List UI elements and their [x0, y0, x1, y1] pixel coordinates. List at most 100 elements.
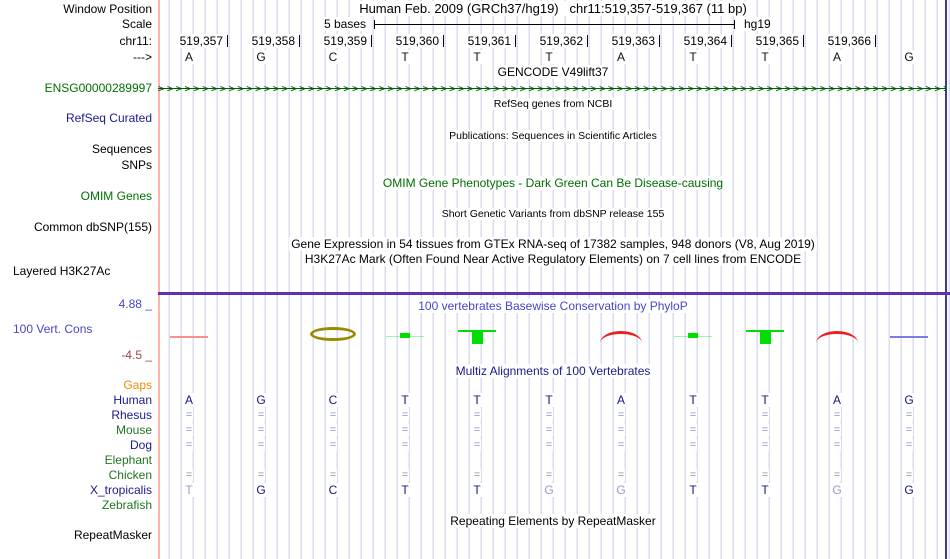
alignment-match-mark: =	[616, 409, 626, 421]
ruler-position: 519,359	[322, 34, 368, 48]
alignment-match-mark: =	[832, 424, 842, 436]
alignment-match-mark: =	[472, 424, 482, 436]
base-letter: T	[688, 50, 698, 64]
base-letter: T	[544, 50, 554, 64]
phylop-small-bar	[688, 333, 698, 338]
alignment-base: G	[255, 483, 267, 497]
ruler-tick	[803, 35, 804, 47]
alignment-match-mark: =	[472, 409, 482, 421]
phylop-ellipse-mark	[310, 327, 356, 341]
alignment-match-mark: =	[184, 424, 194, 436]
phylop-arc-mark	[600, 331, 642, 343]
alignment-base: G	[903, 393, 915, 407]
alignment-match-mark: =	[184, 439, 194, 451]
alignment-base: G	[615, 483, 627, 497]
alignment-match-mark: =	[184, 469, 194, 481]
alignment-match-mark: =	[400, 469, 410, 481]
alignment-match-mark: =	[760, 439, 770, 451]
alignment-match-mark: =	[688, 439, 698, 451]
genome-browser-image: Window Position Scale chr11: ---> Human …	[0, 0, 950, 559]
ruler-tick	[443, 35, 444, 47]
alignment-match-mark: =	[472, 439, 482, 451]
dynamic-layer: 519,357 519,358 519,359 519,360 519,361 519,3…	[0, 0, 950, 559]
alignment-match-mark: =	[544, 439, 554, 451]
alignment-match-mark: =	[904, 409, 914, 421]
base-letter: A	[831, 50, 842, 64]
ruler-position: 519,365	[754, 34, 800, 48]
alignment-match-mark: =	[328, 409, 338, 421]
alignment-base: A	[831, 393, 842, 407]
alignment-base: T	[688, 483, 698, 497]
alignment-match-mark: =	[400, 424, 410, 436]
alignment-match-mark: =	[904, 424, 914, 436]
ruler-position: 519,366	[826, 34, 872, 48]
alignment-base: T	[472, 393, 482, 407]
ruler-tick	[515, 35, 516, 47]
phylop-neg-bar	[760, 330, 771, 344]
alignment-base: T	[400, 393, 410, 407]
alignment-match-mark: =	[760, 424, 770, 436]
alignment-match-mark: =	[544, 424, 554, 436]
alignment-match-mark: =	[256, 409, 266, 421]
ruler-position: 519,357	[178, 34, 224, 48]
ruler-tick	[371, 35, 372, 47]
alignment-match-mark: =	[760, 469, 770, 481]
alignment-match-mark: =	[832, 469, 842, 481]
alignment-base: T	[688, 393, 698, 407]
base-letter: A	[183, 50, 194, 64]
base-letter: T	[400, 50, 410, 64]
alignment-match-mark: =	[256, 469, 266, 481]
alignment-base: C	[327, 393, 339, 407]
alignment-base: T	[760, 483, 770, 497]
phylop-small-bar	[400, 333, 410, 338]
alignment-match-mark: =	[544, 409, 554, 421]
alignment-match-mark: =	[688, 469, 698, 481]
alignment-match-mark: =	[832, 409, 842, 421]
alignment-match-mark: =	[616, 439, 626, 451]
alignment-base: C	[327, 483, 339, 497]
phylop-flat-line	[170, 336, 208, 338]
ruler-tick	[587, 35, 588, 47]
alignment-base: G	[903, 483, 915, 497]
ruler-position: 519,358	[250, 34, 296, 48]
alignment-match-mark: =	[328, 424, 338, 436]
alignment-base: T	[472, 483, 482, 497]
alignment-base: A	[615, 393, 626, 407]
alignment-match-mark: =	[400, 439, 410, 451]
ruler-position: 519,364	[682, 34, 728, 48]
alignment-match-mark: =	[472, 469, 482, 481]
base-letter: C	[327, 50, 339, 64]
phylop-arc-mark	[816, 331, 858, 343]
alignment-base: A	[183, 393, 194, 407]
ruler-position: 519,363	[610, 34, 656, 48]
alignment-match-mark: =	[544, 469, 554, 481]
alignment-base: T	[760, 393, 770, 407]
base-letter: T	[760, 50, 770, 64]
alignment-match-mark: =	[328, 439, 338, 451]
alignment-match-mark: =	[904, 439, 914, 451]
ruler-tick	[875, 35, 876, 47]
ruler-tick	[299, 35, 300, 47]
ruler-position: 519,362	[538, 34, 584, 48]
alignment-match-mark: =	[688, 424, 698, 436]
alignment-match-mark: =	[832, 439, 842, 451]
alignment-base: G	[831, 483, 843, 497]
phylop-neg-bar	[472, 330, 483, 344]
alignment-base: T	[400, 483, 410, 497]
alignment-match-mark: =	[256, 424, 266, 436]
ruler-position: 519,361	[466, 34, 512, 48]
alignment-match-mark: =	[760, 409, 770, 421]
base-letter: A	[615, 50, 626, 64]
alignment-base: T	[544, 393, 554, 407]
alignment-match-mark: =	[904, 469, 914, 481]
alignment-match-mark: =	[616, 469, 626, 481]
phylop-flat-line	[890, 336, 928, 338]
alignment-match-mark: =	[328, 469, 338, 481]
alignment-match-mark: =	[400, 409, 410, 421]
ruler-position: 519,360	[394, 34, 440, 48]
ruler-tick	[659, 35, 660, 47]
alignment-match-mark: =	[256, 439, 266, 451]
alignment-base: G	[255, 393, 267, 407]
base-letter: G	[903, 50, 915, 64]
ruler-tick	[227, 35, 228, 47]
